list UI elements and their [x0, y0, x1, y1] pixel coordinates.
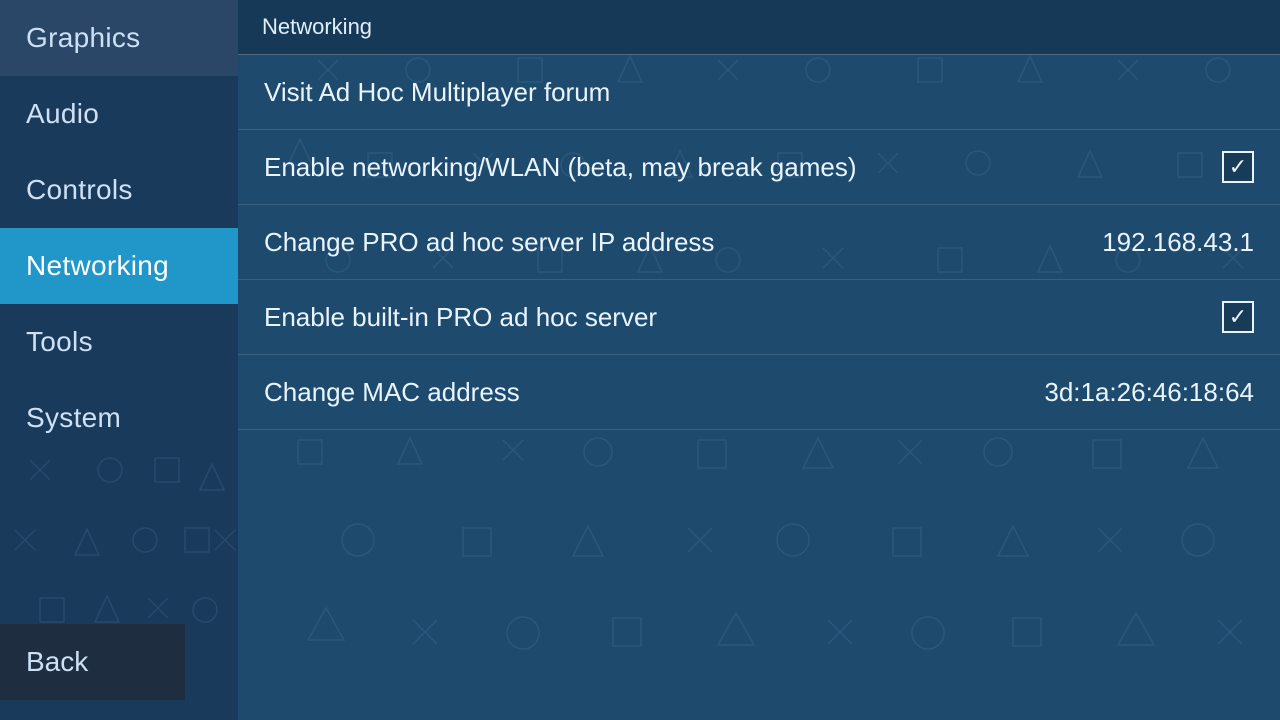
row-enable-networking[interactable]: Enable networking/WLAN (beta, may break …	[238, 130, 1280, 205]
sidebar-nav: Graphics Audio Controls Networking Tools…	[0, 0, 238, 624]
row-change-pro-ip-value: 192.168.43.1	[1102, 227, 1254, 258]
row-change-mac-value: 3d:1a:26:46:18:64	[1044, 377, 1254, 408]
main-panel: Networking Visit Ad Hoc Multiplayer foru…	[238, 0, 1280, 720]
sidebar-item-graphics[interactable]: Graphics	[0, 0, 238, 76]
row-change-pro-ip-label: Change PRO ad hoc server IP address	[264, 227, 714, 258]
sidebar-item-networking[interactable]: Networking	[0, 228, 238, 304]
enable-networking-checkbox[interactable]: ✓	[1222, 151, 1254, 183]
sidebar: Graphics Audio Controls Networking Tools…	[0, 0, 238, 720]
sidebar-item-controls[interactable]: Controls	[0, 152, 238, 228]
row-enable-builtin-label: Enable built-in PRO ad hoc server	[264, 302, 657, 333]
main-content: Visit Ad Hoc Multiplayer forum Enable ne…	[238, 55, 1280, 430]
back-button[interactable]: Back	[0, 624, 185, 700]
enable-builtin-checkbox[interactable]: ✓	[1222, 301, 1254, 333]
row-change-mac-label: Change MAC address	[264, 377, 520, 408]
sidebar-item-system[interactable]: System	[0, 380, 238, 456]
row-visit-adhoc[interactable]: Visit Ad Hoc Multiplayer forum	[238, 55, 1280, 130]
row-visit-adhoc-label: Visit Ad Hoc Multiplayer forum	[264, 77, 610, 108]
row-enable-networking-label: Enable networking/WLAN (beta, may break …	[264, 152, 857, 183]
row-change-mac[interactable]: Change MAC address 3d:1a:26:46:18:64	[238, 355, 1280, 430]
row-change-pro-ip[interactable]: Change PRO ad hoc server IP address 192.…	[238, 205, 1280, 280]
main-header: Networking	[238, 0, 1280, 55]
row-enable-builtin[interactable]: Enable built-in PRO ad hoc server ✓	[238, 280, 1280, 355]
sidebar-item-audio[interactable]: Audio	[0, 76, 238, 152]
sidebar-item-tools[interactable]: Tools	[0, 304, 238, 380]
